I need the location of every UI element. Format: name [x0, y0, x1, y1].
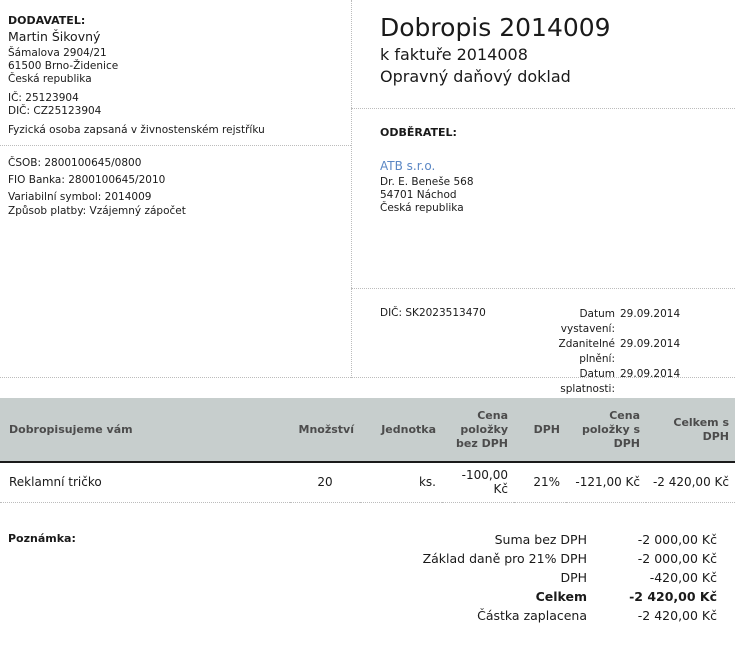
items-table: Dobropisujeme vám Množství Jednotka Cena… — [0, 398, 735, 503]
header-vat: DPH — [514, 398, 566, 463]
supplier-bank-divider — [0, 145, 351, 146]
customer-dic: DIČ: SK2023513470 — [380, 307, 486, 319]
header-quantity: Množství — [290, 398, 360, 463]
summary-label: Celkem — [535, 589, 587, 604]
title-customer-divider — [351, 108, 735, 109]
header-line: položky s — [581, 422, 640, 436]
item-quantity: 20 — [290, 462, 360, 503]
supplier-dic: DIČ: CZ25123904 — [8, 105, 102, 117]
summary-value: -2 000,00 Kč — [637, 532, 717, 547]
customer-name: ATB s.r.o. — [380, 159, 436, 173]
summary-value: -2 420,00 Kč — [629, 589, 717, 604]
table-row: Reklamní tričko 20 ks. -100,00 Kč 21% -1… — [0, 462, 735, 503]
bank-fio: FIO Banka: 2800100645/2010 — [8, 174, 166, 186]
bank-block: ČSOB: 2800100645/0800 FIO Banka: 2800100… — [8, 156, 343, 218]
customer-dates-divider — [351, 288, 735, 289]
supplier-registration: Fyzická osoba zapsaná v živnostenském re… — [8, 124, 265, 136]
supplier-heading: DODAVATEL: — [8, 14, 86, 27]
table-header-row: Dobropisujeme vám Množství Jednotka Cena… — [0, 398, 735, 463]
item-description: Reklamní tričko — [0, 462, 290, 503]
supplier-country: Česká republika — [8, 73, 92, 85]
summary-row: Suma bez DPH -2 000,00 Kč — [423, 530, 717, 549]
item-price-excl: -100,00 Kč — [442, 462, 514, 503]
date-label: Datum vystavení: — [560, 308, 615, 335]
supplier-ic: IČ: 25123904 — [8, 92, 79, 104]
date-value: 29.09.2014 — [620, 338, 681, 350]
summary-label: DPH — [560, 570, 587, 585]
item-price-incl: -121,00 Kč — [566, 462, 646, 503]
supplier-block: DODAVATEL: Martin Šikovný Šámalova 2904/… — [8, 14, 343, 137]
summary-block: Suma bez DPH -2 000,00 Kč Základ daně pr… — [423, 530, 717, 625]
summary-value: -2 420,00 Kč — [637, 608, 717, 623]
item-unit: ks. — [360, 462, 442, 503]
customer-street: Dr. E. Beneše 568 — [380, 176, 474, 188]
supplier-name: Martin Šikovný — [8, 29, 101, 44]
header-line: DPH — [613, 436, 640, 450]
header-line: Cena — [609, 408, 640, 422]
item-total: -2 420,00 Kč — [646, 462, 735, 503]
note-label: Poznámka: — [8, 532, 76, 545]
header-line: Cena — [477, 408, 508, 422]
column-divider — [351, 0, 352, 378]
customer-block: ODBĚRATEL: ATB s.r.o. Dr. E. Beneše 568 … — [380, 126, 474, 215]
date-row-issued: Datum vystavení: 29.09.2014 — [523, 307, 680, 337]
summary-value: -420,00 Kč — [649, 570, 717, 585]
customer-country: Česká republika — [380, 202, 464, 214]
header-unit: Jednotka — [360, 398, 442, 463]
document-title-block: Dobropis 2014009 k faktuře 2014008 Oprav… — [380, 12, 611, 88]
summary-label: Suma bez DPH — [494, 532, 587, 547]
header-total: Celkem s DPH — [646, 398, 735, 463]
header-description: Dobropisujeme vám — [0, 398, 290, 463]
date-value: 29.09.2014 — [620, 308, 681, 320]
header-line: DPH — [702, 429, 729, 443]
header-price-incl: Cena položky s DPH — [566, 398, 646, 463]
header-price-excl: Cena položky bez DPH — [442, 398, 514, 463]
date-row-taxable: Zdanitelné plnění: 29.09.2014 — [523, 337, 681, 367]
supplier-city: 61500 Brno-Židenice — [8, 60, 119, 72]
summary-value: -2 000,00 Kč — [637, 551, 717, 566]
summary-label: Částka zaplacena — [477, 608, 587, 623]
bank-csob: ČSOB: 2800100645/0800 — [8, 157, 142, 169]
document-type: Opravný daňový doklad — [380, 67, 571, 86]
summary-row-total: Celkem -2 420,00 Kč — [423, 587, 717, 606]
summary-row: Základ daně pro 21% DPH -2 000,00 Kč — [423, 549, 717, 568]
summary-row: Částka zaplacena -2 420,00 Kč — [423, 606, 717, 625]
variable-symbol: Variabilní symbol: 2014009 — [8, 191, 152, 203]
item-vat: 21% — [514, 462, 566, 503]
customer-heading: ODBĚRATEL: — [380, 126, 457, 139]
summary-label: Základ daně pro 21% DPH — [422, 551, 587, 566]
header-line: bez DPH — [456, 436, 508, 450]
header-line: položky — [460, 422, 508, 436]
header-line: Celkem s — [673, 415, 729, 429]
dates-block: Datum vystavení: 29.09.2014 Zdanitelné p… — [523, 307, 681, 397]
date-row-due: Datum splatnosti: 29.09.2014 — [523, 367, 680, 397]
supplier-street: Šámalova 2904/21 — [8, 47, 107, 59]
document-title: Dobropis 2014009 — [380, 13, 611, 42]
summary-row: DPH -420,00 Kč — [423, 568, 717, 587]
payment-method: Způsob platby: Vzájemný zápočet — [8, 205, 186, 217]
invoice-reference: k faktuře 2014008 — [380, 45, 528, 64]
date-label: Datum splatnosti: — [560, 368, 615, 395]
date-value: 29.09.2014 — [620, 368, 681, 380]
date-label: Zdanitelné plnění: — [558, 338, 615, 365]
customer-city: 54701 Náchod — [380, 189, 457, 201]
